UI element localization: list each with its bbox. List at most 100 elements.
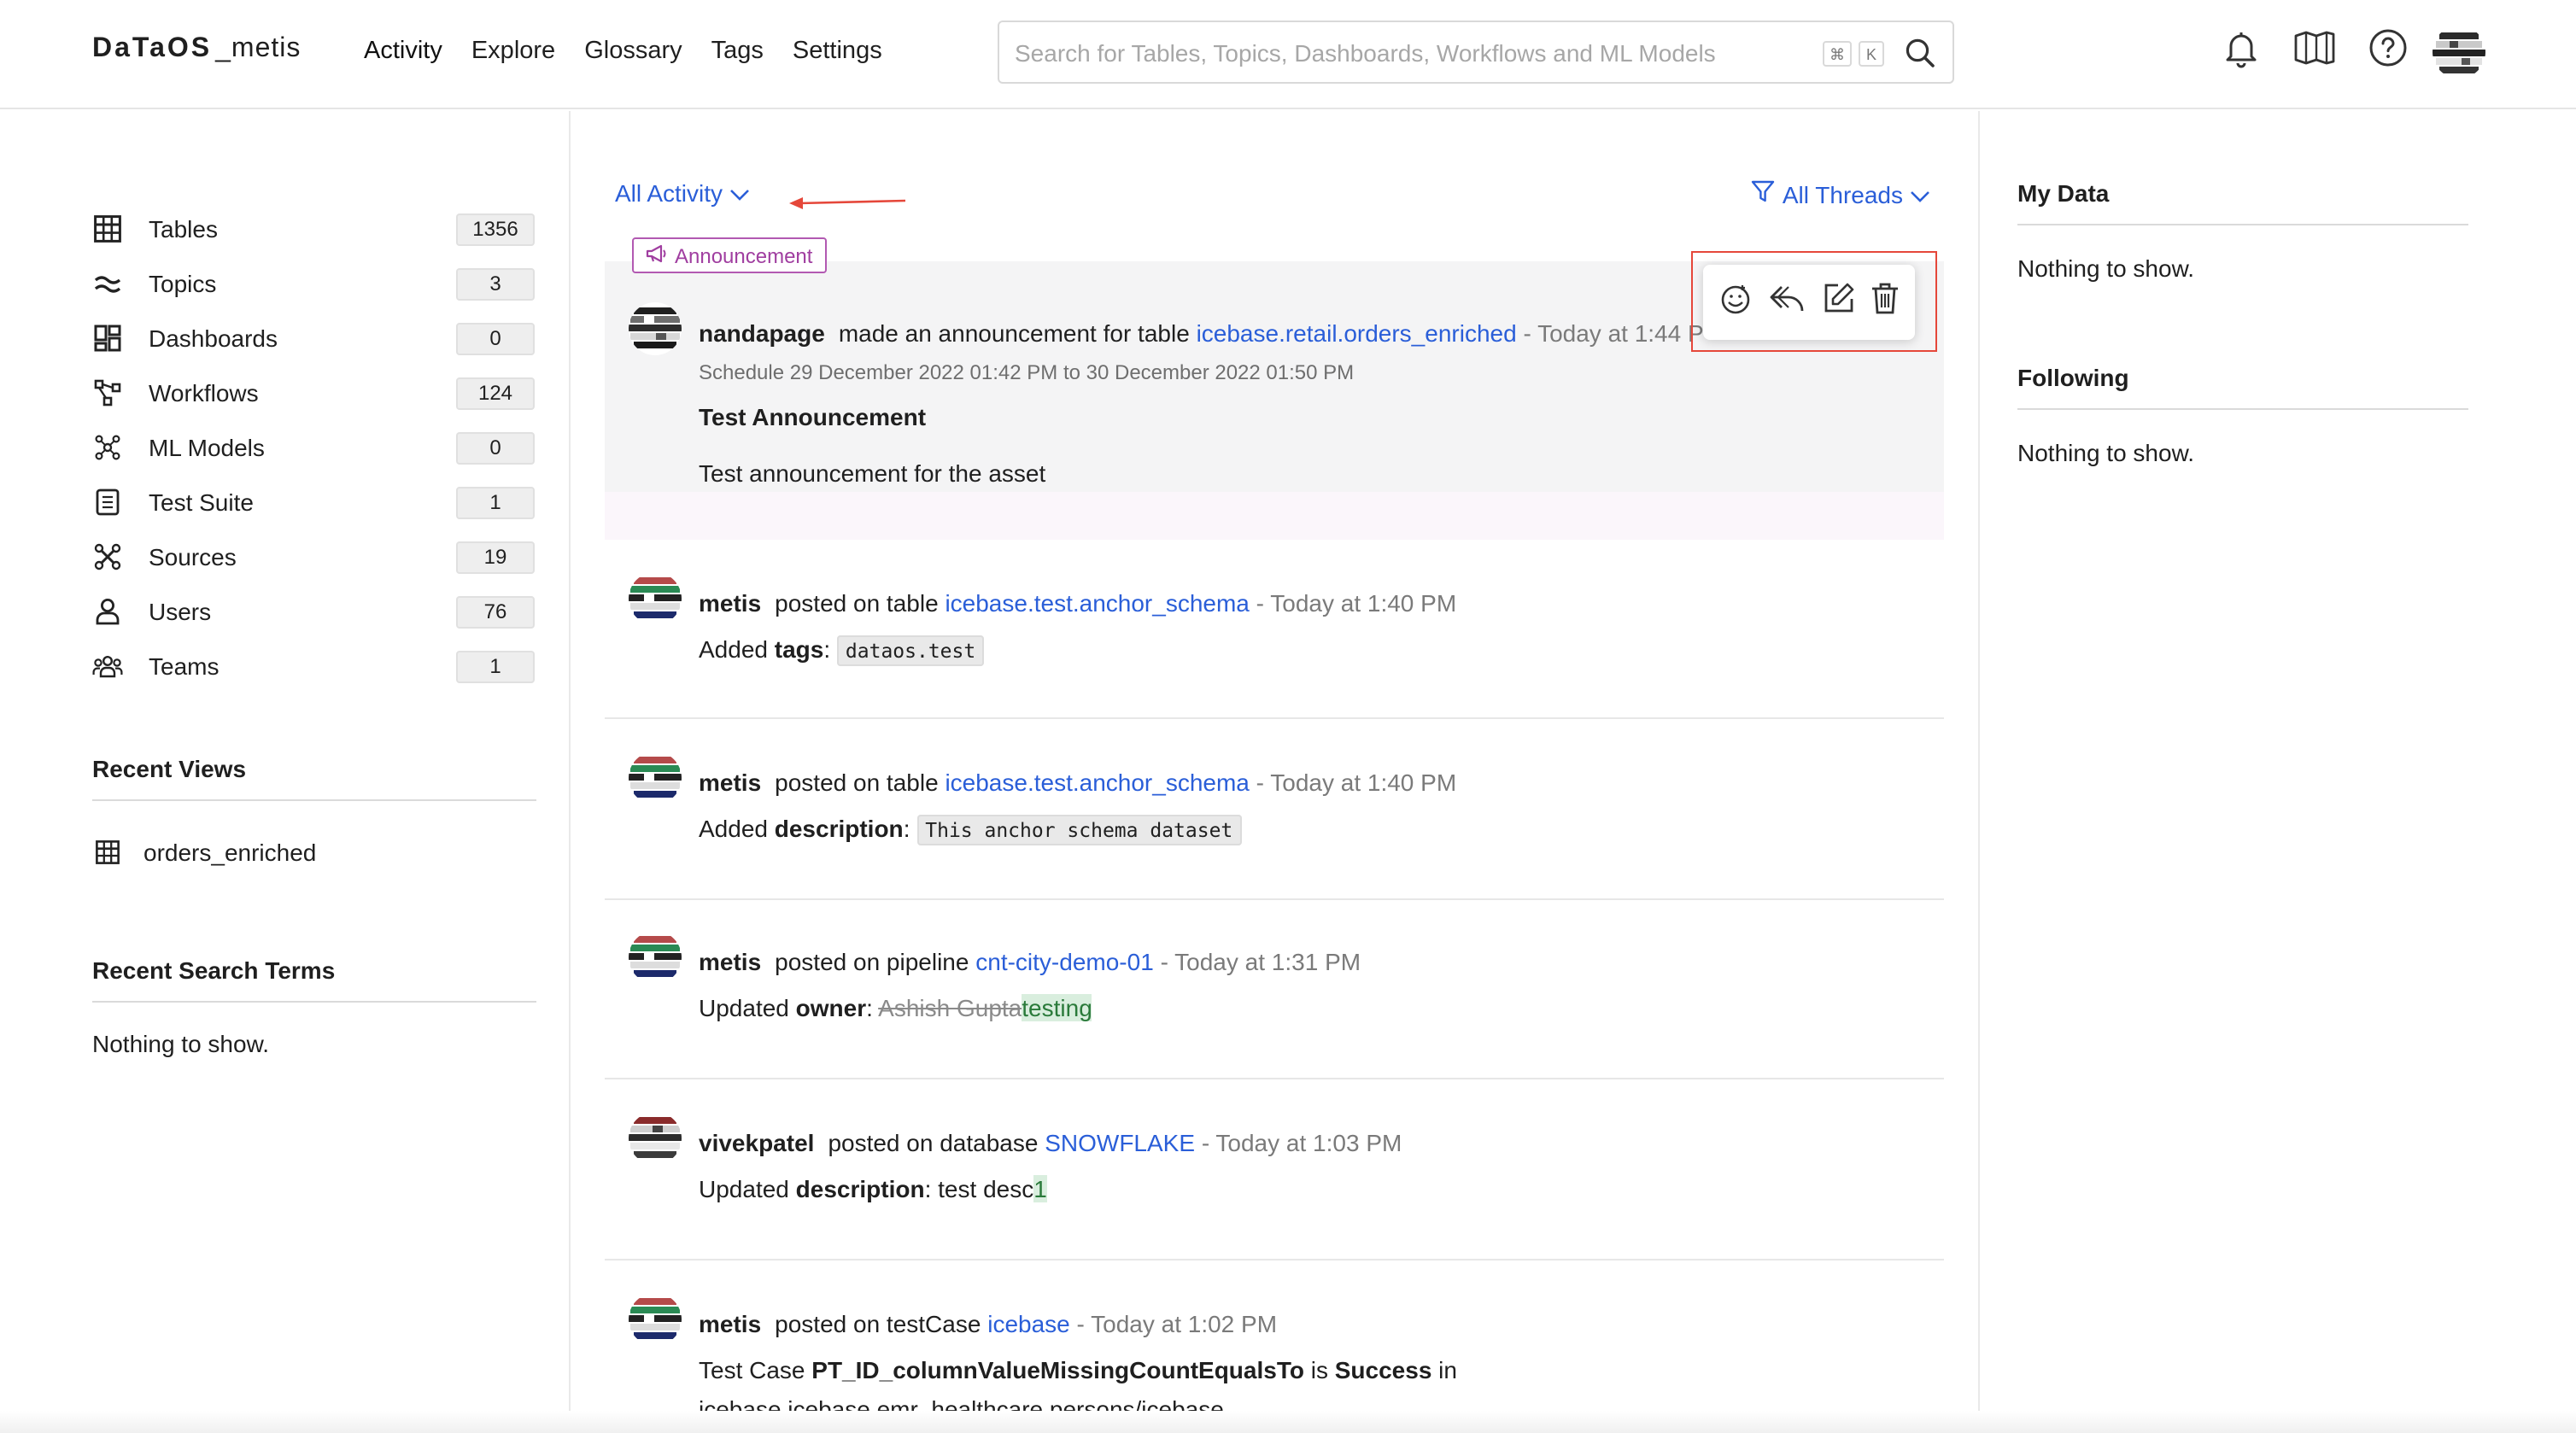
- post-message: Added tags: dataos.test: [699, 635, 985, 666]
- shortcut-k-key: K: [1859, 41, 1884, 67]
- search-placeholder: Search for Tables, Topics, Dashboards, W…: [1015, 39, 1716, 67]
- post-user[interactable]: metis: [699, 948, 761, 975]
- entity-link[interactable]: icebase.retail.orders_enriched: [1197, 319, 1517, 347]
- help-icon[interactable]: [2368, 27, 2409, 77]
- avatar[interactable]: [629, 752, 682, 804]
- post-time: - Today at 1:03 PM: [1201, 1129, 1402, 1156]
- message-prefix: Test Case: [699, 1356, 812, 1383]
- sidebar-item-label: Workflows: [149, 379, 259, 407]
- message-prefix: Updated: [699, 994, 796, 1021]
- following-title: Following: [2017, 364, 2129, 391]
- post-user[interactable]: metis: [699, 589, 761, 617]
- nav-explore[interactable]: Explore: [471, 38, 555, 65]
- nav-activity[interactable]: Activity: [364, 38, 442, 65]
- divider: [605, 717, 1944, 719]
- sidebar-item-sources[interactable]: Sources 19: [92, 540, 536, 574]
- recent-view-item[interactable]: orders_enriched: [92, 835, 536, 869]
- message-code: dataos.test: [836, 635, 985, 666]
- post-message: Updated description: test desc1: [699, 1175, 1047, 1202]
- shortcut-cmd-key: ⌘: [1823, 41, 1852, 67]
- all-threads-label: All Threads: [1782, 180, 1903, 208]
- sidebar-item-users[interactable]: Users 76: [92, 594, 536, 629]
- avatar[interactable]: [629, 1293, 682, 1346]
- post-header: metis posted on testCase icebase - Today …: [699, 1310, 1277, 1337]
- announcement-badge: Announcement: [632, 237, 827, 273]
- brand-name: DaTaOS: [92, 34, 213, 63]
- announcement-header: nandapage made an announcement for table …: [699, 319, 1704, 347]
- message-field: description: [774, 815, 904, 842]
- message-code: This anchor schema dataset: [916, 815, 1242, 845]
- count-badge: 1: [456, 486, 535, 518]
- user-avatar[interactable]: [2433, 26, 2485, 79]
- all-activity-label: All Activity: [615, 179, 723, 207]
- post-user[interactable]: metis: [699, 769, 761, 796]
- sidebar-item-tables[interactable]: Tables 1356: [92, 212, 536, 246]
- sidebar-item-topics[interactable]: Topics 3: [92, 266, 536, 301]
- sidebar-item-dashboards[interactable]: Dashboards 0: [92, 321, 536, 355]
- message-sep: :: [903, 815, 910, 842]
- all-threads-dropdown[interactable]: All Threads: [1752, 179, 1930, 208]
- header-actions: [2221, 27, 2409, 77]
- post-time: - Today at 1:02 PM: [1076, 1310, 1278, 1337]
- recent-search-title: Recent Search Terms: [92, 956, 336, 984]
- post-time: - Today at 1:31 PM: [1160, 948, 1361, 975]
- entity-link[interactable]: SNOWFLAKE: [1045, 1129, 1195, 1156]
- search-input[interactable]: Search for Tables, Topics, Dashboards, W…: [998, 20, 1954, 84]
- entity-link[interactable]: icebase.test.anchor_schema: [945, 769, 1249, 796]
- message-field: description: [795, 1175, 925, 1202]
- avatar[interactable]: [629, 302, 682, 355]
- post-time: - Today at 1:44 P: [1523, 319, 1704, 347]
- post-user[interactable]: vivekpatel: [699, 1129, 814, 1156]
- announcement-badge-label: Announcement: [675, 243, 813, 267]
- brand-suffix: _metis: [215, 34, 302, 63]
- count-badge: 3: [456, 267, 535, 300]
- divider: [2017, 224, 2468, 225]
- filter-icon: [1752, 179, 1776, 208]
- count-badge: 124: [456, 377, 535, 409]
- sidebar-item-test-suite[interactable]: Test Suite 1: [92, 485, 536, 519]
- map-icon[interactable]: [2292, 27, 2337, 77]
- search-icon[interactable]: [1905, 38, 1935, 77]
- sidebar-item-label: Topics: [149, 270, 217, 297]
- sidebar-item-ml-models[interactable]: ML Models 0: [92, 430, 536, 465]
- mlmodel-icon: [92, 432, 123, 463]
- all-activity-dropdown[interactable]: All Activity: [615, 179, 750, 207]
- announcement-body: Test announcement for the asset: [699, 459, 1046, 487]
- top-navbar: DaTaOS _metis Activity Explore Glossary T…: [0, 0, 2576, 109]
- post-message: Updated owner: Ashish Guptatesting: [699, 994, 1092, 1021]
- message-field: tags: [774, 635, 824, 663]
- my-data-title: My Data: [2017, 179, 2110, 207]
- count-badge: 1: [456, 650, 535, 682]
- test-case-name: PT_ID_columnValueMissingCountEqualsTo: [811, 1356, 1304, 1383]
- post-action: made an announcement for table: [838, 319, 1190, 347]
- sidebar-item-label: ML Models: [149, 434, 265, 461]
- page: DaTaOS _metis Activity Explore Glossary T…: [0, 0, 2576, 1433]
- right-panel: My Data Nothing to show. Following Nothi…: [1978, 111, 2576, 1433]
- avatar[interactable]: [629, 572, 682, 625]
- avatar[interactable]: [629, 1112, 682, 1165]
- message-sep: :: [866, 994, 873, 1021]
- nav-tags[interactable]: Tags: [711, 38, 764, 65]
- avatar[interactable]: [629, 931, 682, 984]
- entity-link[interactable]: cnt-city-demo-01: [975, 948, 1154, 975]
- sidebar-item-workflows[interactable]: Workflows 124: [92, 376, 536, 410]
- post-action: posted on database: [828, 1129, 1039, 1156]
- user-icon: [92, 596, 123, 627]
- post-action: posted on table: [775, 769, 939, 796]
- brand-logo[interactable]: DaTaOS _metis: [92, 34, 301, 65]
- message-prefix: Added: [699, 635, 775, 663]
- entity-link[interactable]: icebase: [987, 1310, 1070, 1337]
- main-nav: Activity Explore Glossary Tags Settings: [364, 38, 882, 65]
- entity-link[interactable]: icebase.test.anchor_schema: [945, 589, 1249, 617]
- post-user[interactable]: nandapage: [699, 319, 825, 347]
- count-badge: 0: [456, 322, 535, 354]
- sidebar-item-teams[interactable]: Teams 1: [92, 649, 536, 683]
- nav-glossary[interactable]: Glossary: [584, 38, 682, 65]
- test-case-status: Success: [1334, 1356, 1432, 1383]
- post-user[interactable]: metis: [699, 1310, 761, 1337]
- old-value: Ashish Gupta: [878, 994, 1022, 1021]
- post-message: Added description: This anchor schema da…: [699, 815, 1242, 845]
- bell-icon[interactable]: [2221, 27, 2262, 77]
- nav-settings[interactable]: Settings: [793, 38, 882, 65]
- left-sidebar: Tables 1356 Topics 3 Dashboards 0 Workfl…: [0, 111, 571, 1433]
